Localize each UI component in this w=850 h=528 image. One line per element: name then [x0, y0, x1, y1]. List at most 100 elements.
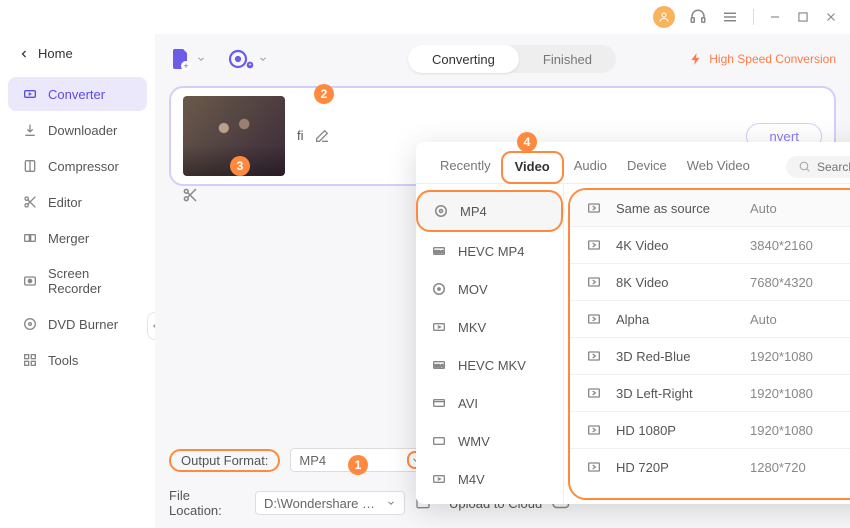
lightning-icon	[689, 52, 703, 66]
popup-tab-recently[interactable]: Recently	[430, 150, 501, 183]
sidebar-item-label: Compressor	[48, 159, 119, 174]
resolution-item[interactable]: 8K Video7680*4320	[570, 264, 850, 301]
resolution-list: Same as sourceAuto 4K Video3840*2160 8K …	[568, 188, 850, 500]
format-list: MP4 HEVCHEVC MP4 MOV MKV HEVCHEVC MKV AV…	[416, 184, 564, 504]
resolution-item[interactable]: HD 1080P1920*1080	[570, 412, 850, 449]
play-box-icon	[586, 311, 602, 327]
resolution-item[interactable]: 3D Red-Blue1920*1080	[570, 338, 850, 375]
play-box-icon	[586, 385, 602, 401]
hevc-mkv-icon: HEVC	[430, 356, 448, 374]
headset-icon[interactable]	[689, 8, 707, 26]
popup-tab-video[interactable]: Video	[501, 151, 564, 184]
svg-text:HEVC: HEVC	[433, 363, 444, 368]
converter-icon	[22, 86, 38, 102]
tab-finished[interactable]: Finished	[519, 45, 616, 73]
mp4-icon	[432, 202, 450, 220]
avi-icon	[430, 394, 448, 412]
format-item-avi[interactable]: AVI	[416, 384, 563, 422]
resolution-item[interactable]: 4K Video3840*2160	[570, 227, 850, 264]
play-box-icon	[586, 422, 602, 438]
step-badge-4: 4	[517, 132, 537, 152]
sidebar: Home Converter Downloader Compressor Edi…	[0, 34, 155, 528]
format-item-mp4[interactable]: MP4	[416, 190, 563, 232]
sidebar-item-label: Tools	[48, 353, 78, 368]
file-location-select[interactable]: D:\Wondershare UniConverter 1	[255, 491, 405, 515]
sidebar-item-downloader[interactable]: Downloader	[8, 113, 147, 147]
recorder-icon	[22, 273, 38, 289]
download-icon	[22, 122, 38, 138]
add-dvd-button[interactable]: +	[226, 47, 268, 71]
play-box-icon	[586, 200, 602, 216]
sidebar-item-label: Merger	[48, 231, 89, 246]
high-speed-label: High Speed Conversion	[709, 52, 836, 66]
tab-converting[interactable]: Converting	[408, 45, 519, 73]
format-item-hevc-mp4[interactable]: HEVCHEVC MP4	[416, 232, 563, 270]
resolution-item[interactable]: 3D Left-Right1920*1080	[570, 375, 850, 412]
svg-text:HEVC: HEVC	[433, 249, 444, 254]
popup-tab-device[interactable]: Device	[617, 150, 677, 183]
format-item-wmv[interactable]: WMV	[416, 422, 563, 460]
close-icon[interactable]	[824, 10, 838, 24]
wmv-icon	[430, 432, 448, 450]
popup-search[interactable]	[786, 156, 850, 178]
minimize-icon[interactable]	[768, 10, 782, 24]
sidebar-item-label: Screen Recorder	[48, 266, 133, 296]
sidebar-item-merger[interactable]: Merger	[8, 221, 147, 255]
step-badge-3: 3	[230, 156, 250, 176]
sidebar-item-converter[interactable]: Converter	[8, 77, 147, 111]
sidebar-item-label: Converter	[48, 87, 105, 102]
chevron-left-icon	[18, 48, 30, 60]
disc-icon	[22, 316, 38, 332]
sidebar-item-tools[interactable]: Tools	[8, 343, 147, 377]
output-format-label: Output Format:	[169, 449, 280, 472]
maximize-icon[interactable]	[796, 10, 810, 24]
play-box-icon	[586, 348, 602, 364]
popup-tab-web-video[interactable]: Web Video	[677, 150, 760, 183]
popup-tab-audio[interactable]: Audio	[564, 150, 617, 183]
svg-text:+: +	[248, 63, 251, 69]
main-toolbar: + + Converting Finished High Speed Conve…	[169, 40, 836, 78]
edit-name-icon[interactable]	[314, 128, 330, 144]
merger-icon	[22, 230, 38, 246]
format-popup: Recently Video Audio Device Web Video MP…	[416, 142, 850, 504]
sidebar-item-label: Editor	[48, 195, 82, 210]
format-item-hevc-mkv[interactable]: HEVCHEVC MKV	[416, 346, 563, 384]
sidebar-item-label: DVD Burner	[48, 317, 118, 332]
grid-icon	[22, 352, 38, 368]
search-icon	[798, 160, 811, 173]
play-box-icon	[586, 237, 602, 253]
format-item-m4v[interactable]: M4V	[416, 460, 563, 498]
format-item-mkv[interactable]: MKV	[416, 308, 563, 346]
home-label: Home	[38, 46, 73, 61]
trim-icon[interactable]	[181, 186, 199, 204]
home-back[interactable]: Home	[0, 40, 155, 75]
svg-text:+: +	[183, 61, 188, 71]
resolution-item[interactable]: HD 720P1280*720	[570, 449, 850, 485]
mov-icon	[430, 280, 448, 298]
user-avatar[interactable]	[653, 6, 675, 28]
hevc-icon: HEVC	[430, 242, 448, 260]
high-speed-toggle[interactable]: High Speed Conversion	[689, 52, 836, 66]
chevron-down-icon	[382, 494, 400, 512]
sidebar-item-editor[interactable]: Editor	[8, 185, 147, 219]
step-badge-2: 2	[314, 84, 334, 104]
menu-icon[interactable]	[721, 8, 739, 26]
mkv-icon	[430, 318, 448, 336]
format-item-mov[interactable]: MOV	[416, 270, 563, 308]
sidebar-item-screen-recorder[interactable]: Screen Recorder	[8, 257, 147, 305]
resolution-item[interactable]: AlphaAuto	[570, 301, 850, 338]
scissors-icon	[22, 194, 38, 210]
main-panel: + + Converting Finished High Speed Conve…	[155, 34, 850, 528]
m4v-icon	[430, 470, 448, 488]
edit-tools-row	[181, 186, 199, 204]
sidebar-item-dvd-burner[interactable]: DVD Burner	[8, 307, 147, 341]
add-file-button[interactable]: +	[169, 47, 206, 71]
resolution-item[interactable]: Same as sourceAuto	[570, 190, 850, 227]
file-location-label: File Location:	[169, 488, 245, 518]
sidebar-item-compressor[interactable]: Compressor	[8, 149, 147, 183]
window-titlebar	[0, 0, 850, 34]
popup-tabs: Recently Video Audio Device Web Video	[416, 142, 850, 184]
status-segment: Converting Finished	[408, 45, 616, 73]
popup-search-input[interactable]	[817, 160, 850, 174]
play-box-icon	[586, 459, 602, 475]
